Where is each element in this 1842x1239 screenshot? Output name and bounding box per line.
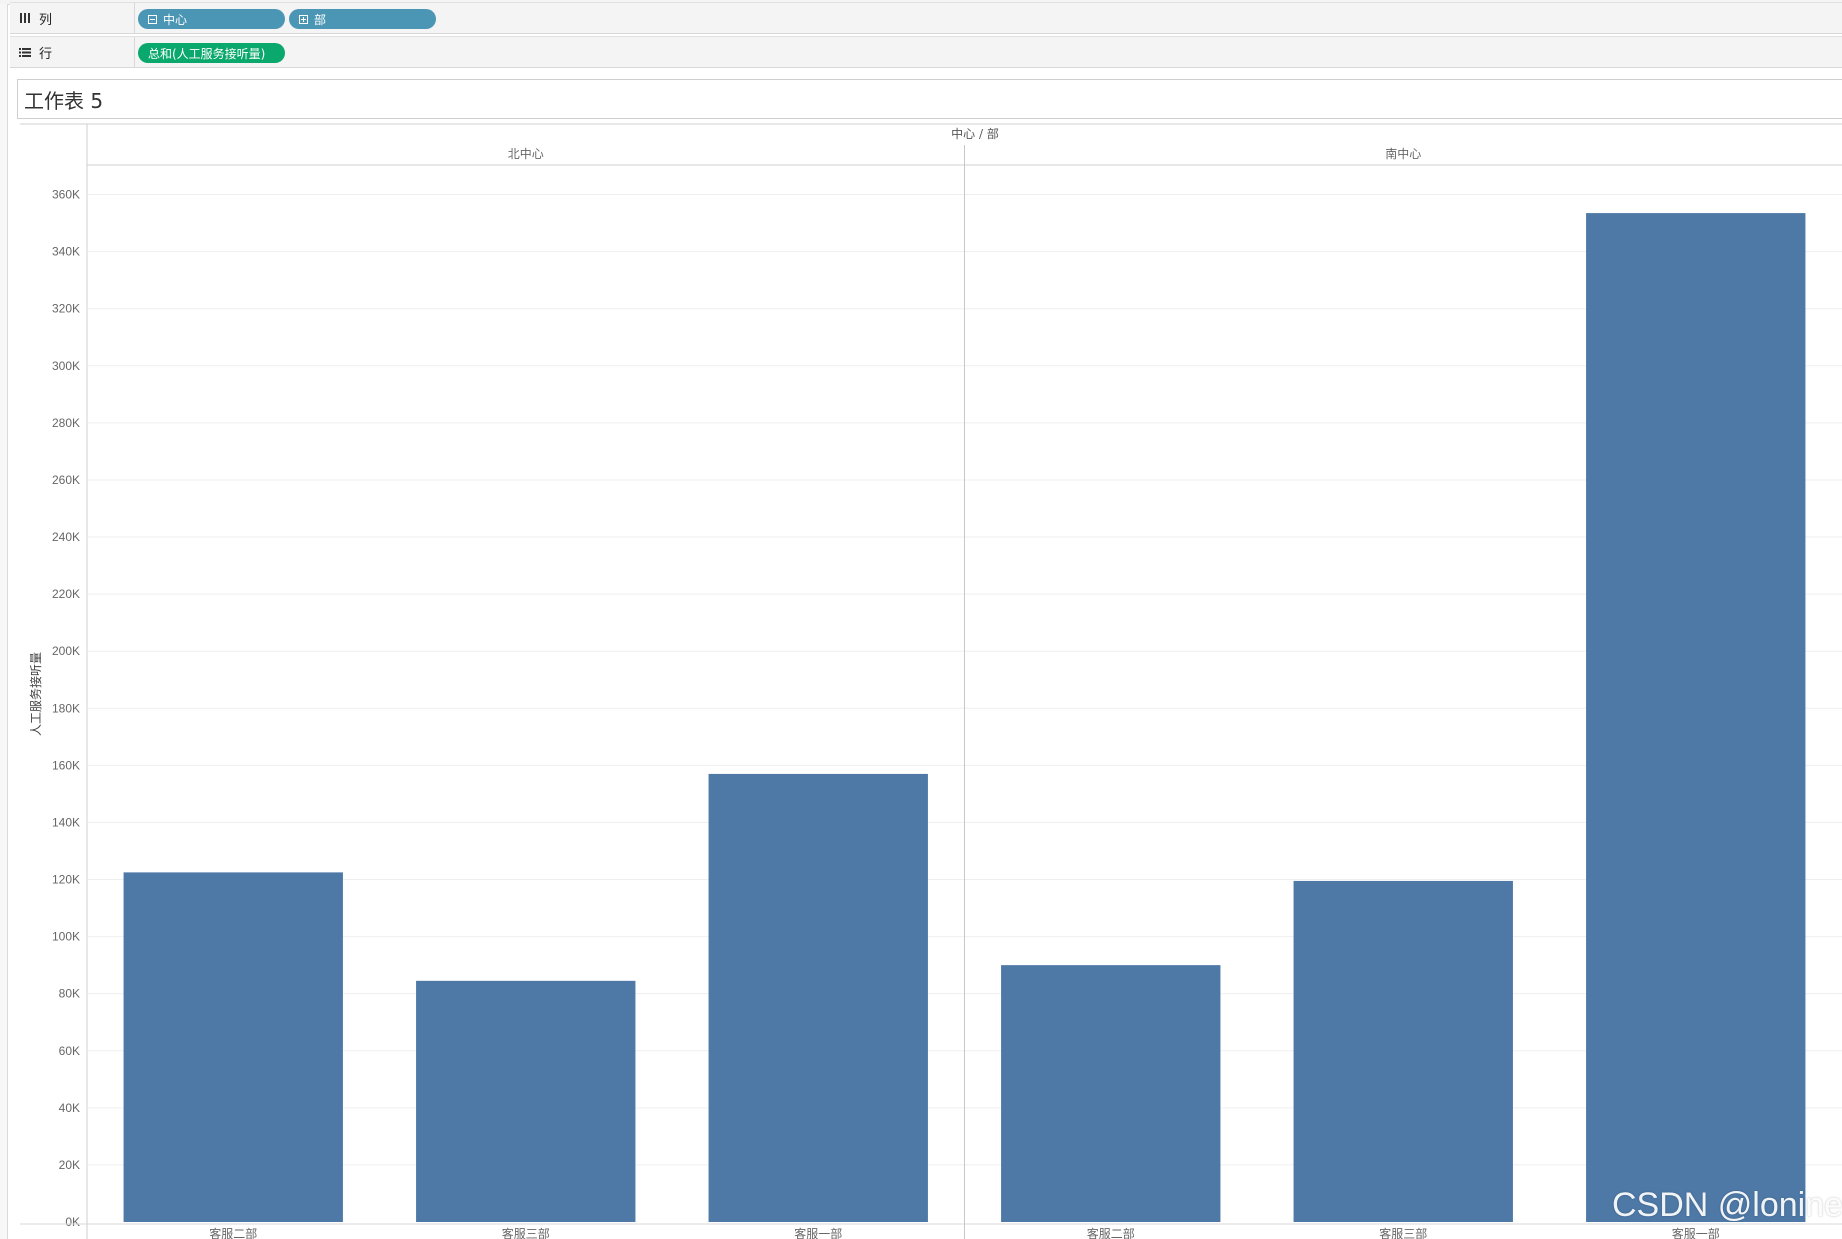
y-tick-label: 240K (52, 530, 80, 544)
y-tick-label: 120K (52, 873, 80, 887)
x-tick-label: 客服二部 (209, 1226, 257, 1239)
y-tick-label: 200K (52, 644, 80, 658)
y-tick-label: 140K (52, 815, 80, 829)
bar (1586, 213, 1806, 1222)
y-tick-label: 340K (52, 245, 80, 259)
bar (708, 773, 928, 1222)
panel-header: 南中心 (1385, 146, 1421, 161)
y-tick-label: 0K (65, 1215, 80, 1229)
y-tick-label: 100K (52, 930, 80, 944)
y-tick-label: 20K (59, 1158, 80, 1172)
bar (416, 980, 636, 1222)
y-tick-label: 360K (52, 188, 80, 202)
x-tick-label: 客服二部 (1087, 1226, 1135, 1239)
panel-header: 北中心 (508, 146, 544, 161)
column-header: 中心 / 部 (951, 126, 999, 141)
y-tick-label: 180K (52, 701, 80, 715)
y-tick-label: 40K (59, 1101, 80, 1115)
bar-chart: 中心 / 部 0K 20K 40K 60K 80K 100K 120K 140K 160K 180K… (20, 123, 1842, 1239)
x-tick-label: 客服一部 (794, 1226, 842, 1239)
y-tick-label: 160K (52, 758, 80, 772)
y-tick-label: 260K (52, 473, 80, 487)
bar (1001, 965, 1221, 1222)
x-tick-label: 客服一部 (1672, 1226, 1720, 1239)
y-tick-label: 220K (52, 587, 80, 601)
y-tick-label: 80K (59, 987, 80, 1001)
bar (123, 872, 343, 1222)
watermark: CSDN @lonine (1612, 1186, 1842, 1224)
y-tick-label: 320K (52, 302, 80, 316)
x-tick-label: 客服三部 (502, 1226, 550, 1239)
y-tick-label: 300K (52, 359, 80, 373)
y-tick-label: 60K (59, 1044, 80, 1058)
y-axis-label: 人工服务接听量 (28, 652, 43, 736)
x-tick-label: 客服三部 (1379, 1226, 1427, 1239)
bar (1293, 880, 1513, 1222)
y-tick-label: 280K (52, 416, 80, 430)
